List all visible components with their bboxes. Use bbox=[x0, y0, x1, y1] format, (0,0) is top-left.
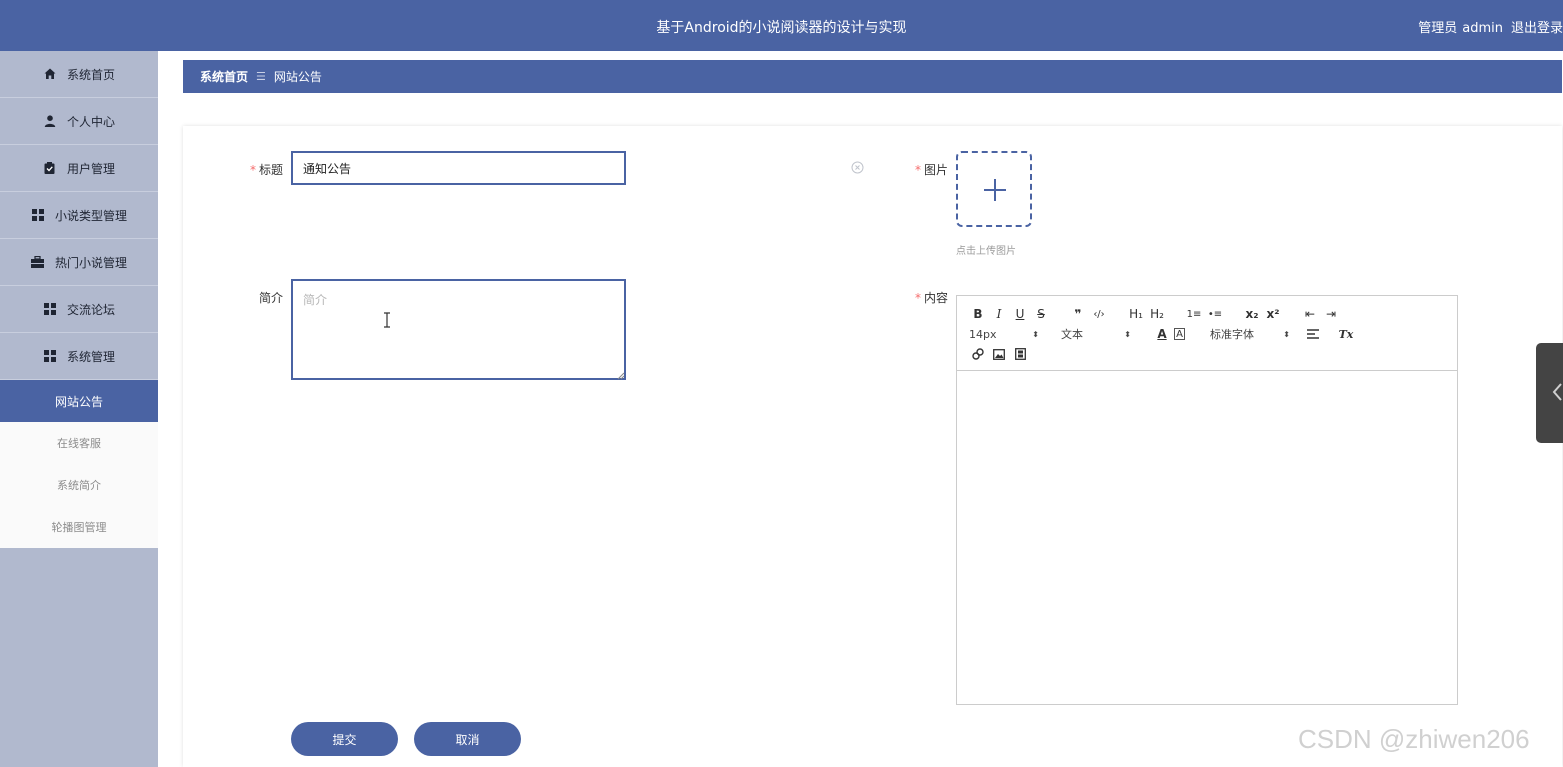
toolbar-row-1: B I U S ❞ ‹/› H₁ H₂ 1≡ •≡ x₂ x² ⇤ ⇥ bbox=[969, 304, 1447, 324]
breadcrumb-separator: ☰ bbox=[256, 70, 266, 83]
form-card: *标题 简介 *图片 点击上传图片 *内容 B I U S ❞ ‹/› H₁ bbox=[183, 126, 1562, 767]
user-role: 管理员 bbox=[1418, 21, 1458, 36]
sidebar: 系统首页 个人中心 用户管理 小说类型管理 热门小说管理 交流论坛 系统管理 网… bbox=[0, 51, 158, 767]
cancel-button[interactable]: 取消 bbox=[414, 722, 521, 756]
sidebar-item-label: 用户管理 bbox=[66, 161, 115, 176]
content-label: * 内容 bbox=[914, 291, 948, 305]
header2-button[interactable]: H₂ bbox=[1148, 305, 1166, 323]
grid-icon bbox=[31, 208, 45, 222]
logout-link[interactable]: 退出登录 bbox=[1511, 21, 1563, 36]
app-title: 基于Android的小说阅读器的设计与实现 bbox=[656, 20, 907, 36]
image-icon bbox=[993, 348, 1005, 360]
side-panel-toggle[interactable] bbox=[1536, 343, 1563, 443]
link-button[interactable] bbox=[969, 345, 987, 363]
updown-icon: ⬍ bbox=[1124, 329, 1131, 339]
system-submenu: 网站公告 在线客服 系统简介 轮播图管理 bbox=[0, 380, 158, 548]
sidebar-item-label: 交流论坛 bbox=[66, 302, 115, 317]
background-color-button[interactable]: A bbox=[1174, 328, 1185, 340]
image-button[interactable] bbox=[990, 345, 1008, 363]
sidebar-item-label: 热门小说管理 bbox=[54, 255, 127, 270]
header1-button[interactable]: H₁ bbox=[1127, 305, 1145, 323]
indent-button[interactable]: ⇥ bbox=[1322, 305, 1340, 323]
video-icon bbox=[1014, 348, 1026, 360]
breadcrumb: 系统首页 ☰ 网站公告 bbox=[183, 60, 1562, 93]
grid-icon bbox=[43, 302, 57, 316]
intro-label: 简介 bbox=[258, 291, 283, 305]
rich-text-editor: B I U S ❞ ‹/› H₁ H₂ 1≡ •≡ x₂ x² ⇤ ⇥ 14px… bbox=[956, 295, 1458, 705]
sidebar-item-users[interactable]: 用户管理 bbox=[0, 145, 158, 192]
sidebar-item-forum[interactable]: 交流论坛 bbox=[0, 286, 158, 333]
sidebar-item-home[interactable]: 系统首页 bbox=[0, 51, 158, 98]
sidebar-item-novel-types[interactable]: 小说类型管理 bbox=[0, 192, 158, 239]
user-icon bbox=[43, 114, 57, 128]
sidebar-item-system[interactable]: 系统管理 bbox=[0, 333, 158, 380]
align-button[interactable] bbox=[1304, 325, 1322, 343]
sidebar-subitem-announcements[interactable]: 网站公告 bbox=[0, 380, 158, 422]
sidebar-item-profile[interactable]: 个人中心 bbox=[0, 98, 158, 145]
breadcrumb-current: 网站公告 bbox=[273, 70, 322, 84]
updown-icon: ⬍ bbox=[1032, 329, 1039, 339]
sidebar-subitem-system-intro[interactable]: 系统简介 bbox=[0, 464, 158, 506]
briefcase-icon bbox=[31, 255, 45, 269]
grid-icon bbox=[43, 349, 57, 363]
code-block-button[interactable]: ‹/› bbox=[1090, 305, 1108, 323]
updown-icon: ⬍ bbox=[1283, 329, 1290, 339]
watermark: CSDN @zhiwen206 bbox=[1298, 724, 1530, 754]
image-label: * 图片 bbox=[914, 163, 948, 177]
sidebar-item-label: 系统首页 bbox=[66, 67, 115, 82]
underline-button[interactable]: U bbox=[1011, 305, 1029, 323]
link-icon bbox=[972, 348, 984, 360]
italic-button[interactable]: I bbox=[990, 305, 1008, 323]
text-cursor-icon bbox=[382, 312, 392, 328]
upload-tip: 点击上传图片 bbox=[956, 246, 1016, 257]
subscript-button[interactable]: x₂ bbox=[1243, 305, 1261, 323]
top-header: 基于Android的小说阅读器的设计与实现 管理员 admin 退出登录 bbox=[0, 0, 1563, 51]
sidebar-item-hot-novels[interactable]: 热门小说管理 bbox=[0, 239, 158, 286]
font-size-select[interactable]: 14px ⬍ bbox=[969, 325, 1039, 343]
home-icon bbox=[43, 67, 57, 81]
sidebar-subitem-online-service[interactable]: 在线客服 bbox=[0, 422, 158, 464]
username: admin bbox=[1462, 21, 1503, 36]
font-family-select[interactable]: 标准字体 ⬍ bbox=[1210, 325, 1290, 343]
outdent-button[interactable]: ⇤ bbox=[1301, 305, 1319, 323]
editor-content-area[interactable] bbox=[957, 371, 1457, 704]
title-input[interactable] bbox=[291, 151, 626, 185]
bullet-list-button[interactable]: •≡ bbox=[1206, 305, 1224, 323]
strike-button[interactable]: S bbox=[1032, 305, 1050, 323]
chevron-left-icon bbox=[1552, 383, 1562, 401]
sidebar-item-label: 系统管理 bbox=[66, 349, 115, 364]
align-left-icon bbox=[1307, 329, 1319, 339]
user-area: 管理员 admin 退出登录 bbox=[1410, 17, 1563, 36]
clear-icon[interactable] bbox=[851, 161, 864, 174]
text-style-select[interactable]: 文本 ⬍ bbox=[1061, 325, 1131, 343]
toolbar-row-2: 14px ⬍ 文本 ⬍ A A 标准字体 ⬍ Tx bbox=[969, 324, 1447, 344]
submit-button[interactable]: 提交 bbox=[291, 722, 398, 756]
editor-toolbar: B I U S ❞ ‹/› H₁ H₂ 1≡ •≡ x₂ x² ⇤ ⇥ 14px… bbox=[957, 296, 1457, 371]
title-label: * 标题 bbox=[249, 163, 283, 177]
ordered-list-button[interactable]: 1≡ bbox=[1185, 305, 1203, 323]
superscript-button[interactable]: x² bbox=[1264, 305, 1282, 323]
sidebar-item-label: 小说类型管理 bbox=[54, 208, 127, 223]
clear-format-button[interactable]: Tx bbox=[1337, 325, 1355, 343]
bold-button[interactable]: B bbox=[969, 305, 987, 323]
toolbar-row-3 bbox=[969, 344, 1447, 364]
intro-textarea[interactable] bbox=[291, 279, 626, 380]
resize-handle-icon[interactable] bbox=[616, 369, 625, 380]
breadcrumb-home[interactable]: 系统首页 bbox=[200, 68, 248, 85]
video-button[interactable] bbox=[1011, 345, 1029, 363]
clipboard-icon bbox=[43, 161, 57, 175]
font-color-button[interactable]: A bbox=[1153, 325, 1171, 343]
image-upload-button[interactable] bbox=[956, 151, 1032, 227]
sidebar-item-label: 个人中心 bbox=[66, 114, 115, 129]
sidebar-subitem-carousel[interactable]: 轮播图管理 bbox=[0, 506, 158, 548]
blockquote-button[interactable]: ❞ bbox=[1069, 305, 1087, 323]
